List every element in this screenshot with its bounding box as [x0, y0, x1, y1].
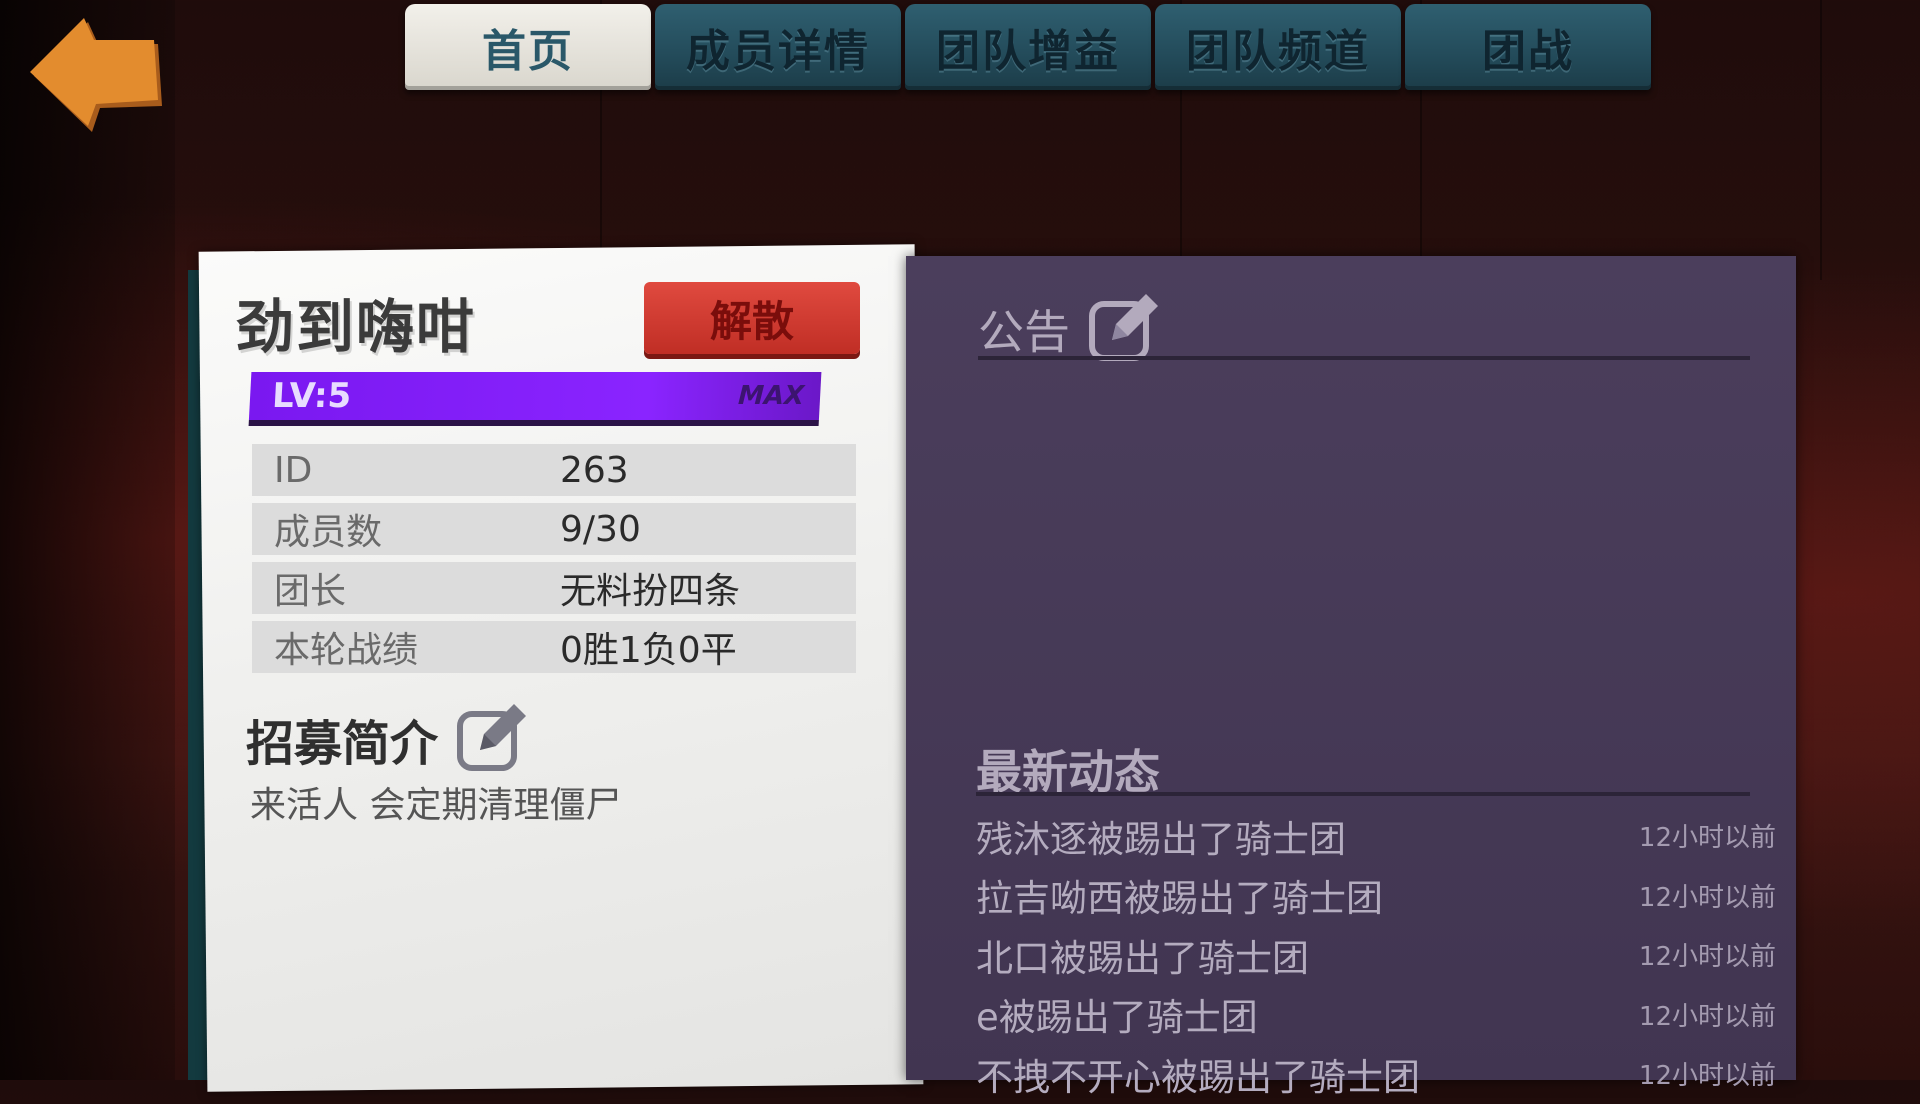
background-vignette — [0, 0, 175, 1080]
tab-team-channel[interactable]: 团队频道 — [1155, 4, 1401, 90]
info-row-id: ID 263 — [252, 444, 856, 496]
edit-pencil-icon — [457, 704, 526, 771]
tab-team-buffs[interactable]: 团队增益 — [905, 4, 1151, 90]
info-value: 9/30 — [560, 508, 641, 550]
info-row-leader: 团长 无料扮四条 — [252, 562, 856, 614]
news-item: 北口被踢出了骑士团 12小时以前 — [976, 925, 1776, 985]
info-key: ID — [274, 449, 313, 491]
disband-button[interactable]: 解散 — [644, 282, 860, 354]
news-time: 12小时以前 — [1638, 823, 1776, 854]
notice-divider — [978, 356, 1750, 360]
recruit-title: 招募简介 — [246, 716, 439, 772]
guild-level-label: LV:5 — [271, 376, 353, 416]
info-value: 无料扮四条 — [560, 571, 741, 612]
info-key: 团长 — [274, 571, 347, 612]
news-item: e被踢出了骑士团 12小时以前 — [976, 985, 1776, 1045]
news-time: 12小时以前 — [1638, 1061, 1776, 1092]
edit-recruit-button[interactable] — [456, 696, 532, 776]
notice-title: 公告 — [978, 305, 1070, 359]
tab-member-details[interactable]: 成员详情 — [655, 4, 901, 90]
info-value: 0胜1负0平 — [560, 630, 737, 671]
info-key: 成员数 — [274, 512, 383, 553]
news-text: 残沐逐被踢出了骑士团 — [976, 817, 1346, 861]
info-key: 本轮战绩 — [274, 630, 419, 671]
news-list: 残沐逐被踢出了骑士团 12小时以前 拉吉呦西被踢出了骑士团 12小时以前 北口被… — [976, 806, 1776, 1104]
guild-name: 劲到嗨咁 — [236, 293, 477, 361]
recruit-text: 来活人 会定期清理僵尸 — [250, 785, 622, 826]
edit-notice-button[interactable] — [1088, 286, 1164, 366]
back-button[interactable] — [26, 14, 164, 140]
news-text: 北口被踢出了骑士团 — [976, 936, 1309, 980]
news-item: 拉吉呦西被踢出了骑士团 12小时以前 — [976, 866, 1776, 926]
news-item: 残沐逐被踢出了骑士团 12小时以前 — [976, 806, 1776, 866]
news-time: 12小时以前 — [1638, 882, 1776, 913]
tab-bar: 首页 成员详情 团队增益 团队频道 团战 — [405, 4, 1651, 92]
background-plank-line — [1820, 0, 1822, 280]
info-row-record: 本轮战绩 0胜1负0平 — [252, 621, 856, 673]
guild-info-table: ID 263 成员数 9/30 团长 无料扮四条 本轮战绩 0胜1负0平 — [252, 444, 856, 680]
news-divider — [976, 792, 1750, 796]
news-time: 12小时以前 — [1638, 942, 1776, 973]
news-text: e被踢出了骑士团 — [976, 996, 1258, 1040]
edit-pencil-icon — [1089, 294, 1158, 361]
info-row-members: 成员数 9/30 — [252, 503, 856, 555]
level-max-label: MAX — [737, 381, 805, 411]
news-text: 不拽不开心被踢出了骑士团 — [976, 1055, 1420, 1099]
tab-home[interactable]: 首页 — [405, 4, 651, 90]
news-text: 拉吉呦西被踢出了骑士团 — [976, 877, 1383, 921]
back-arrow-icon — [30, 18, 162, 132]
news-time: 12小时以前 — [1638, 1001, 1776, 1032]
news-item: 不拽不开心被踢出了骑士团 12小时以前 — [976, 1044, 1776, 1104]
tab-team-battle[interactable]: 团战 — [1405, 4, 1651, 90]
guild-level-bar: LV:5 MAX — [248, 372, 822, 426]
info-value: 263 — [560, 449, 629, 491]
